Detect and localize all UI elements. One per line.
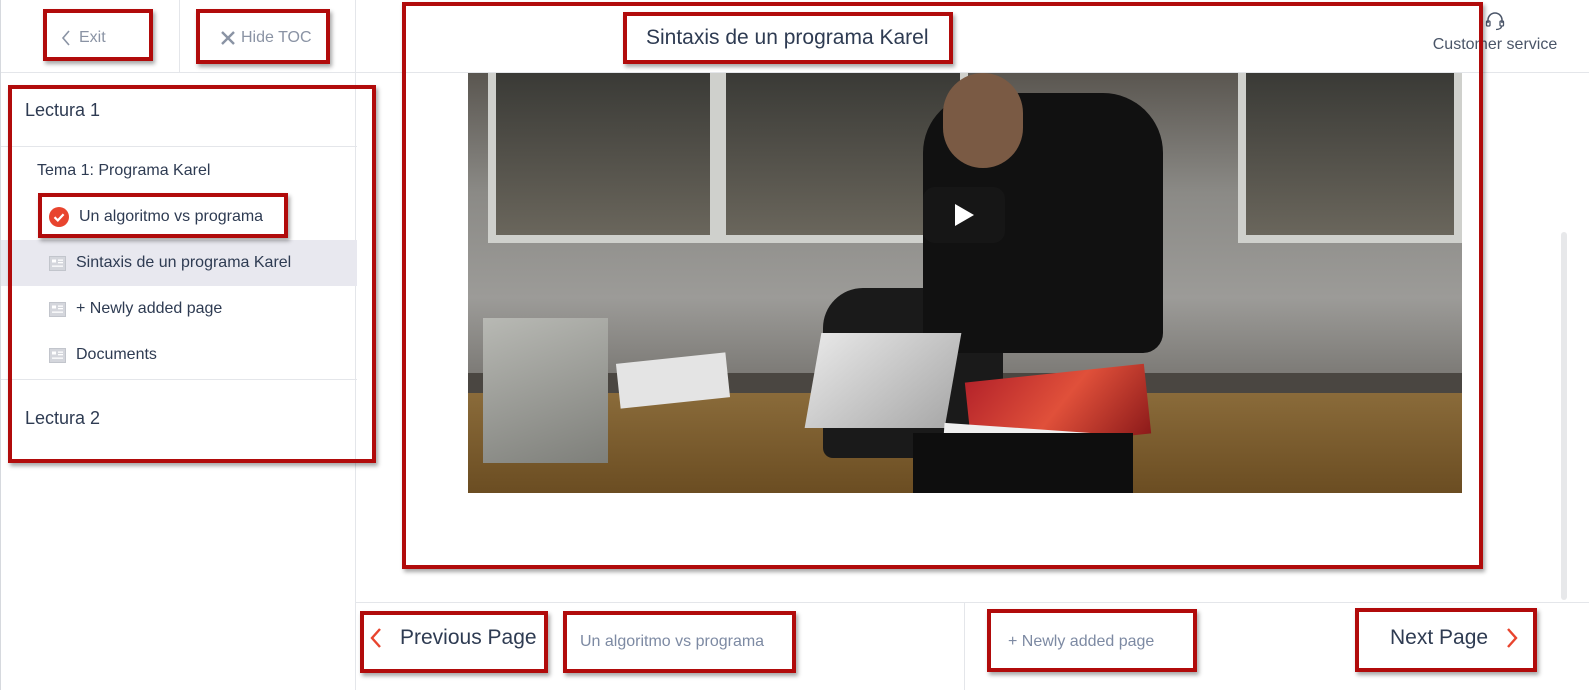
chevron-left-icon [370, 628, 381, 648]
toc-item-un-algoritmo[interactable]: Un algoritmo vs programa [1, 194, 357, 240]
toc-item-sintaxis[interactable]: Sintaxis de un programa Karel [1, 240, 357, 286]
toc-sidebar: Exit Hide TOC Lectura 1 Tema 1: Programa… [0, 0, 357, 690]
sidebar-toolbar: Exit Hide TOC [1, 0, 357, 73]
play-icon [955, 204, 974, 226]
previous-page-title[interactable]: Un algoritmo vs programa [580, 633, 764, 651]
toolbar-divider [179, 0, 180, 73]
section-title-lectura-1[interactable]: Lectura 1 [25, 100, 100, 121]
previous-page-button[interactable]: Previous Page [370, 626, 537, 650]
divider [1, 379, 357, 380]
next-page-title[interactable]: + Newly added page [1008, 633, 1154, 651]
video-player[interactable] [468, 73, 1462, 493]
video-scene-window [488, 73, 718, 243]
next-page-button[interactable]: Next Page [1390, 626, 1518, 650]
footer-divider [964, 603, 965, 690]
customer-service-label: Customer service [1432, 36, 1558, 53]
section-title-lectura-2[interactable]: Lectura 2 [25, 408, 100, 429]
exit-button[interactable]: Exit [61, 24, 106, 52]
toc-item-label: + Newly added page [76, 300, 223, 317]
page-icon [49, 347, 66, 363]
play-button[interactable] [923, 187, 1005, 243]
main-header [356, 0, 1589, 73]
hide-toc-label: Hide TOC [241, 29, 312, 46]
page-icon [49, 301, 66, 317]
toc-item-newly-added-page[interactable]: + Newly added page [1, 286, 357, 332]
divider [1, 146, 357, 147]
exit-label: Exit [79, 29, 106, 46]
toc-item-documents[interactable]: Documents [1, 332, 357, 378]
chevron-left-icon [61, 30, 70, 46]
topic-title[interactable]: Tema 1: Programa Karel [37, 162, 210, 180]
next-page-label: Next Page [1390, 626, 1489, 649]
close-icon [221, 31, 235, 45]
check-circle-icon [49, 207, 69, 227]
app-window: Exit Hide TOC Lectura 1 Tema 1: Programa… [0, 0, 1589, 690]
page-icon [49, 255, 66, 271]
customer-service-button[interactable]: Customer service [1430, 10, 1560, 54]
video-scene-window [1238, 73, 1462, 243]
chevron-right-icon [1507, 628, 1518, 648]
video-scene-box [483, 318, 608, 463]
scrollbar[interactable] [1561, 232, 1567, 600]
hide-toc-button[interactable]: Hide TOC [221, 24, 312, 52]
video-scene-head [943, 73, 1023, 168]
toc-item-label: Documents [76, 346, 157, 363]
page-title: Sintaxis de un programa Karel [646, 26, 929, 49]
headset-icon [1485, 12, 1505, 31]
video-scene-laptop [804, 333, 962, 428]
video-scene-bag [913, 433, 1133, 493]
previous-page-label: Previous Page [400, 626, 537, 649]
toc-item-label: Un algoritmo vs programa [79, 208, 264, 225]
toc-item-label: Sintaxis de un programa Karel [76, 254, 292, 271]
